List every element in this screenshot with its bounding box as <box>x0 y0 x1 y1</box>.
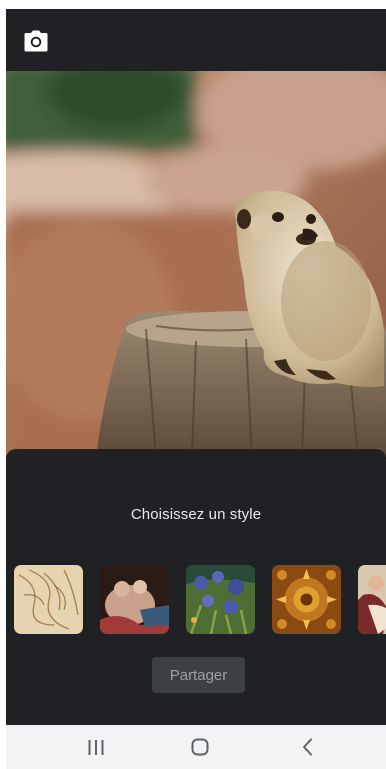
share-button[interactable]: Partager <box>152 657 245 693</box>
panel-title: Choisissez un style <box>130 506 262 523</box>
top-toolbar <box>6 9 386 71</box>
baroque-painting-style[interactable] <box>100 565 169 634</box>
gold-ornament-style[interactable] <box>272 565 341 634</box>
style-panel: Choisissez un style Partager <box>6 449 386 725</box>
meerkat-photo <box>6 71 386 457</box>
classical-painting-style[interactable] <box>358 565 386 634</box>
back-icon[interactable] <box>294 735 322 759</box>
home-icon[interactable] <box>186 735 214 759</box>
app-screen: Choisissez un style Partager <box>6 9 386 769</box>
style-carousel[interactable] <box>6 565 386 635</box>
sketch-style[interactable] <box>14 565 83 634</box>
recents-icon[interactable] <box>82 735 110 759</box>
system-navigation-bar <box>6 725 386 769</box>
irises-style[interactable] <box>186 565 255 634</box>
camera-icon[interactable] <box>24 30 48 52</box>
